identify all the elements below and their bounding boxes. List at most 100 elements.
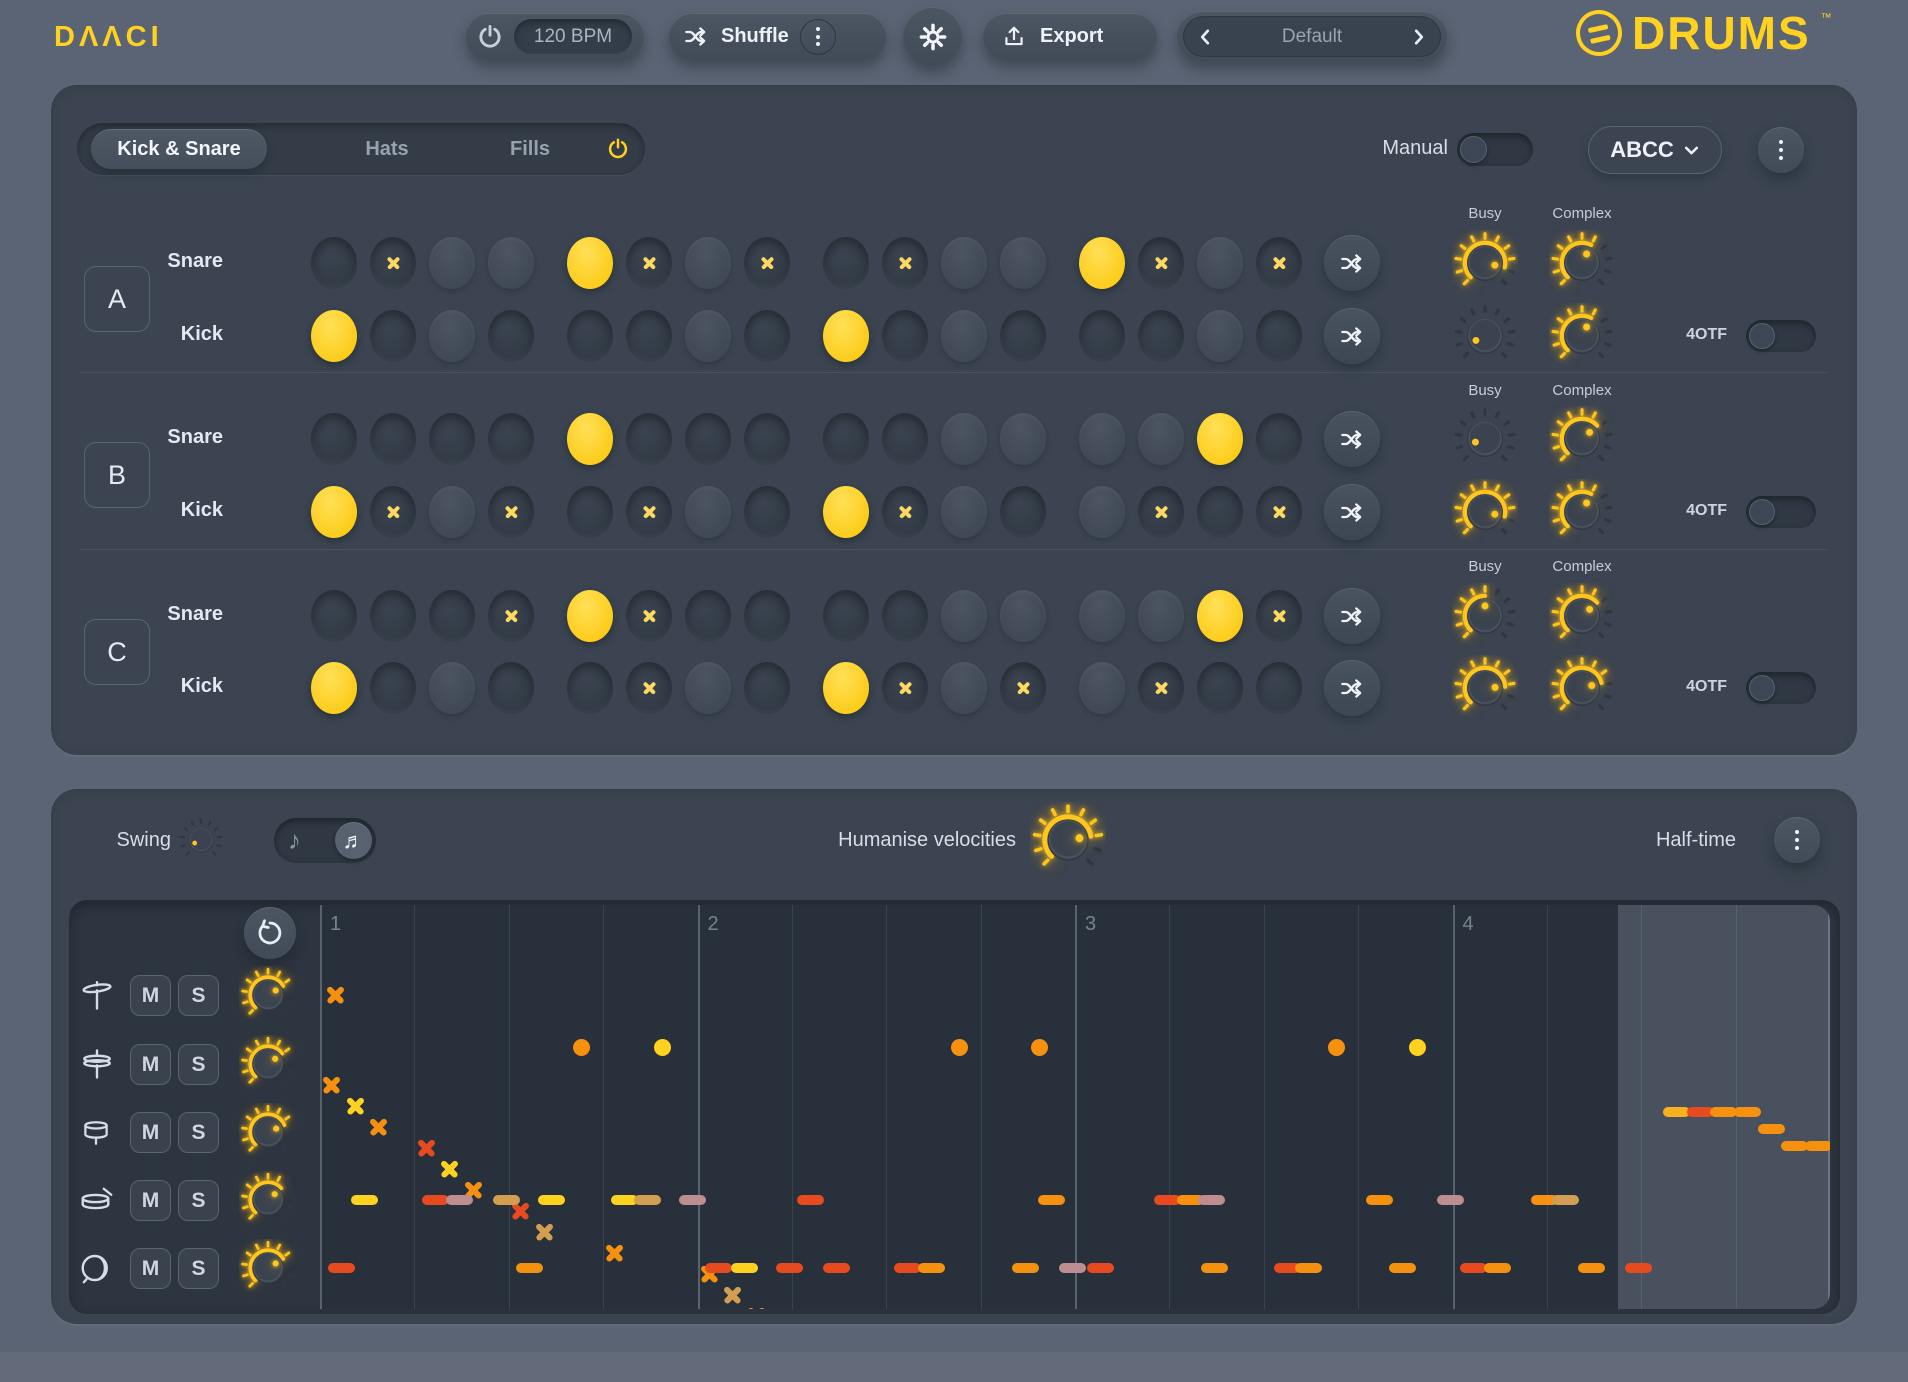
step-button[interactable]	[1138, 310, 1184, 362]
step-button[interactable]	[311, 590, 357, 642]
step-button[interactable]	[1256, 310, 1302, 362]
step-button[interactable]	[941, 237, 987, 289]
note-event[interactable]	[1437, 1195, 1464, 1205]
settings-button[interactable]	[903, 7, 962, 66]
complex-knob[interactable]	[1549, 655, 1615, 721]
lane-level-knob[interactable]	[239, 1239, 297, 1297]
note-event[interactable]	[951, 1039, 968, 1056]
note-event[interactable]	[722, 1285, 743, 1306]
preset-next-button[interactable]	[1411, 28, 1427, 46]
note-event[interactable]	[416, 1138, 437, 1159]
step-button[interactable]	[429, 237, 475, 289]
step-button[interactable]	[744, 237, 790, 289]
complex-knob[interactable]	[1549, 583, 1615, 649]
row-shuffle-button[interactable]	[1324, 484, 1380, 540]
row-shuffle-button[interactable]	[1324, 308, 1380, 364]
step-button[interactable]	[488, 662, 534, 714]
lane-level-knob[interactable]	[239, 1171, 297, 1229]
note-event[interactable]	[1389, 1263, 1416, 1273]
note-event[interactable]	[1734, 1107, 1761, 1117]
step-button[interactable]	[488, 486, 534, 538]
step-button[interactable]	[567, 237, 613, 289]
tab-hats[interactable]: Hats	[327, 129, 447, 169]
step-button[interactable]	[429, 310, 475, 362]
busy-knob[interactable]	[1452, 479, 1518, 545]
swing-knob[interactable]	[178, 817, 224, 863]
step-button[interactable]	[823, 486, 869, 538]
mute-button[interactable]: M	[130, 1044, 171, 1085]
note-event[interactable]	[1201, 1263, 1228, 1273]
step-button[interactable]	[882, 590, 928, 642]
step-button[interactable]	[744, 590, 790, 642]
step-button[interactable]	[567, 310, 613, 362]
power-icon[interactable]	[475, 22, 505, 52]
note-event[interactable]	[604, 1243, 625, 1264]
note-event[interactable]	[325, 985, 346, 1006]
step-button[interactable]	[823, 413, 869, 465]
step-button[interactable]	[882, 237, 928, 289]
step-button[interactable]	[429, 486, 475, 538]
step-button[interactable]	[1197, 590, 1243, 642]
note-event[interactable]	[1328, 1039, 1345, 1056]
step-button[interactable]	[823, 237, 869, 289]
step-button[interactable]	[1000, 237, 1046, 289]
note-event[interactable]	[823, 1263, 850, 1273]
step-button[interactable]	[567, 662, 613, 714]
complex-knob[interactable]	[1549, 303, 1615, 369]
note-event[interactable]	[1059, 1263, 1086, 1273]
otf-toggle[interactable]	[1746, 320, 1816, 352]
lane-level-knob[interactable]	[239, 966, 297, 1024]
step-button[interactable]	[1000, 413, 1046, 465]
step-button[interactable]	[311, 662, 357, 714]
step-button[interactable]	[1000, 310, 1046, 362]
note-event[interactable]	[1484, 1263, 1511, 1273]
note-event[interactable]	[328, 1263, 355, 1273]
bpm-control[interactable]: 120 BPM	[466, 13, 644, 60]
row-shuffle-button[interactable]	[1324, 660, 1380, 716]
lane-level-knob[interactable]	[239, 1103, 297, 1161]
step-button[interactable]	[1256, 413, 1302, 465]
note-event[interactable]	[446, 1195, 473, 1205]
mute-button[interactable]: M	[130, 1180, 171, 1221]
note-event[interactable]	[679, 1195, 706, 1205]
piano-roll-grid[interactable]: 1234	[320, 905, 1830, 1309]
preset-prev-button[interactable]	[1197, 28, 1213, 46]
step-button[interactable]	[626, 413, 672, 465]
solo-button[interactable]: S	[178, 1180, 219, 1221]
note-event[interactable]	[351, 1195, 378, 1205]
mute-button[interactable]: M	[130, 1248, 171, 1289]
step-button[interactable]	[1256, 662, 1302, 714]
note-event[interactable]	[1198, 1195, 1225, 1205]
step-button[interactable]	[823, 310, 869, 362]
step-button[interactable]	[1256, 590, 1302, 642]
step-button[interactable]	[882, 662, 928, 714]
solo-button[interactable]: S	[178, 1112, 219, 1153]
step-button[interactable]	[941, 413, 987, 465]
step-button[interactable]	[1000, 590, 1046, 642]
step-button[interactable]	[370, 413, 416, 465]
lane-level-knob[interactable]	[239, 1035, 297, 1093]
step-button[interactable]	[1197, 310, 1243, 362]
manual-toggle[interactable]	[1457, 133, 1533, 166]
step-button[interactable]	[1079, 662, 1125, 714]
step-button[interactable]	[1197, 486, 1243, 538]
note-event[interactable]	[1758, 1124, 1785, 1134]
step-button[interactable]	[744, 486, 790, 538]
note-division-toggle[interactable]: ♪ ♬	[274, 818, 376, 863]
busy-knob[interactable]	[1452, 230, 1518, 296]
otf-toggle[interactable]	[1746, 672, 1816, 704]
step-button[interactable]	[685, 237, 731, 289]
step-button[interactable]	[370, 310, 416, 362]
step-button[interactable]	[1079, 413, 1125, 465]
reset-button[interactable]	[244, 907, 296, 959]
note-event[interactable]	[1625, 1263, 1652, 1273]
note-event[interactable]	[654, 1039, 671, 1056]
step-button[interactable]	[626, 590, 672, 642]
row-shuffle-button[interactable]	[1324, 235, 1380, 291]
step-button[interactable]	[823, 662, 869, 714]
step-button[interactable]	[1000, 486, 1046, 538]
step-button[interactable]	[941, 310, 987, 362]
step-button[interactable]	[1197, 237, 1243, 289]
row-shuffle-button[interactable]	[1324, 588, 1380, 644]
step-button[interactable]	[370, 590, 416, 642]
